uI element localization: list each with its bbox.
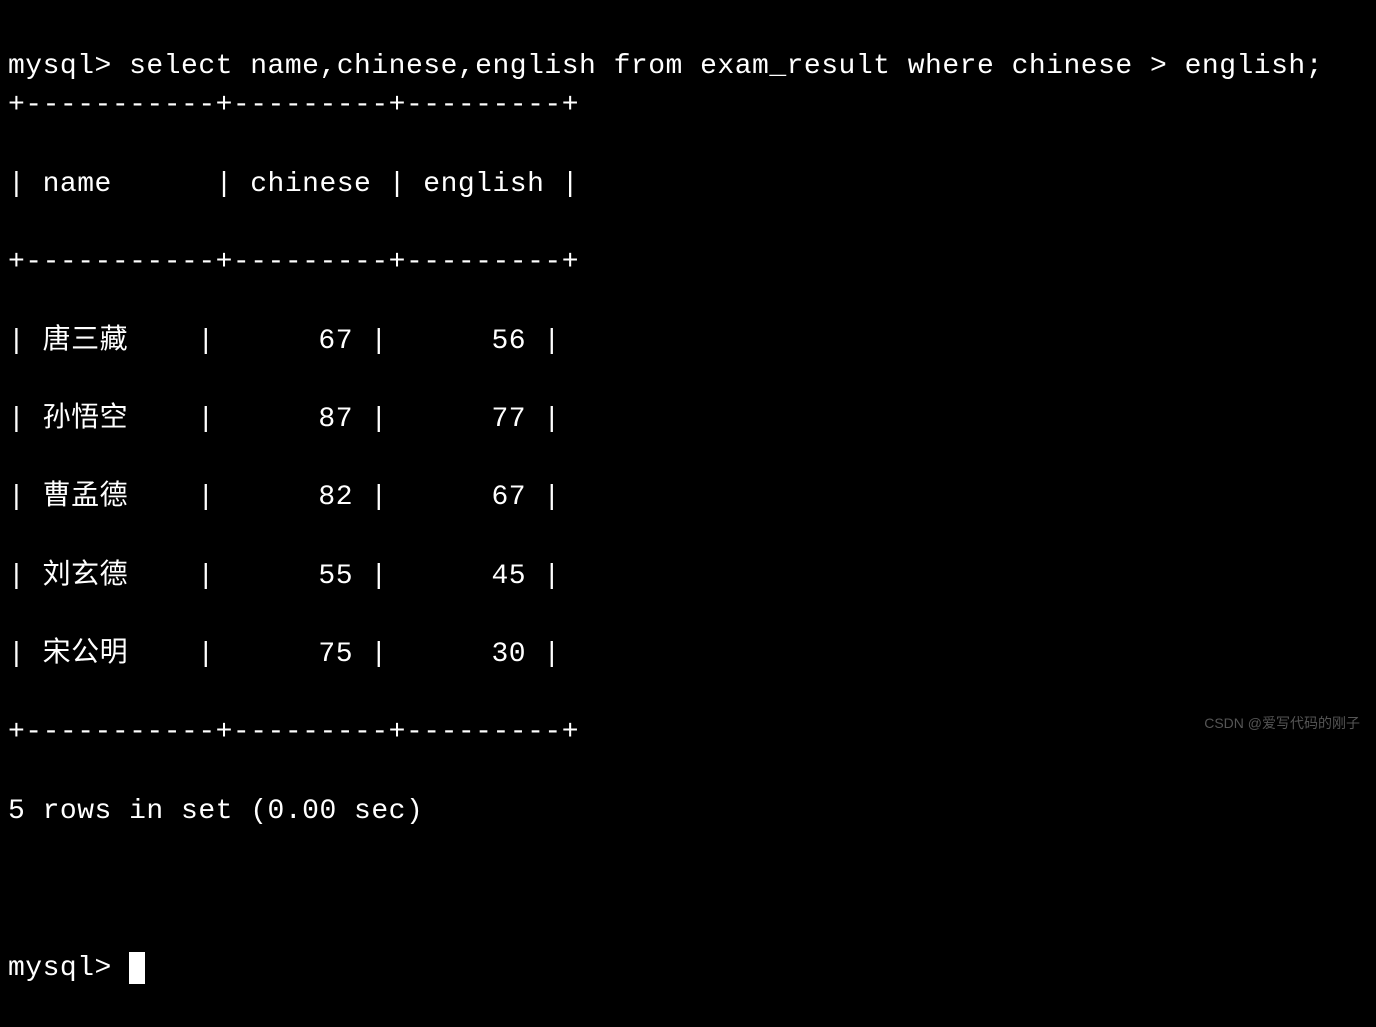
sql-query: select name,chinese,english from exam_re… bbox=[129, 51, 1323, 82]
table-row: | 宋公明 | 75 | 30 | bbox=[8, 635, 1368, 674]
next-prompt-line[interactable]: mysql> bbox=[8, 949, 1368, 988]
status-line: 5 rows in set (0.00 sec) bbox=[8, 792, 1368, 831]
table-row: | 唐三藏 | 67 | 56 | bbox=[8, 322, 1368, 361]
table-header: | name | chinese | english | bbox=[8, 165, 1368, 204]
table-row: | 曹孟德 | 82 | 67 | bbox=[8, 478, 1368, 517]
table-row: | 孙悟空 | 87 | 77 | bbox=[8, 400, 1368, 439]
table-border-mid: +-----------+---------+---------+ bbox=[8, 243, 1368, 282]
mysql-prompt: mysql> bbox=[8, 51, 129, 82]
query-line: mysql> select name,chinese,english from … bbox=[8, 51, 1323, 82]
mysql-prompt: mysql> bbox=[8, 953, 129, 984]
table-border-top: +-----------+---------+---------+ bbox=[8, 86, 1368, 125]
cursor-icon bbox=[129, 952, 145, 984]
table-row: | 刘玄德 | 55 | 45 | bbox=[8, 557, 1368, 596]
watermark: CSDN @爱写代码的刚子 bbox=[1204, 714, 1360, 734]
terminal-output: mysql> select name,chinese,english from … bbox=[8, 8, 1368, 1027]
table-border-bot: +-----------+---------+---------+ bbox=[8, 713, 1368, 752]
